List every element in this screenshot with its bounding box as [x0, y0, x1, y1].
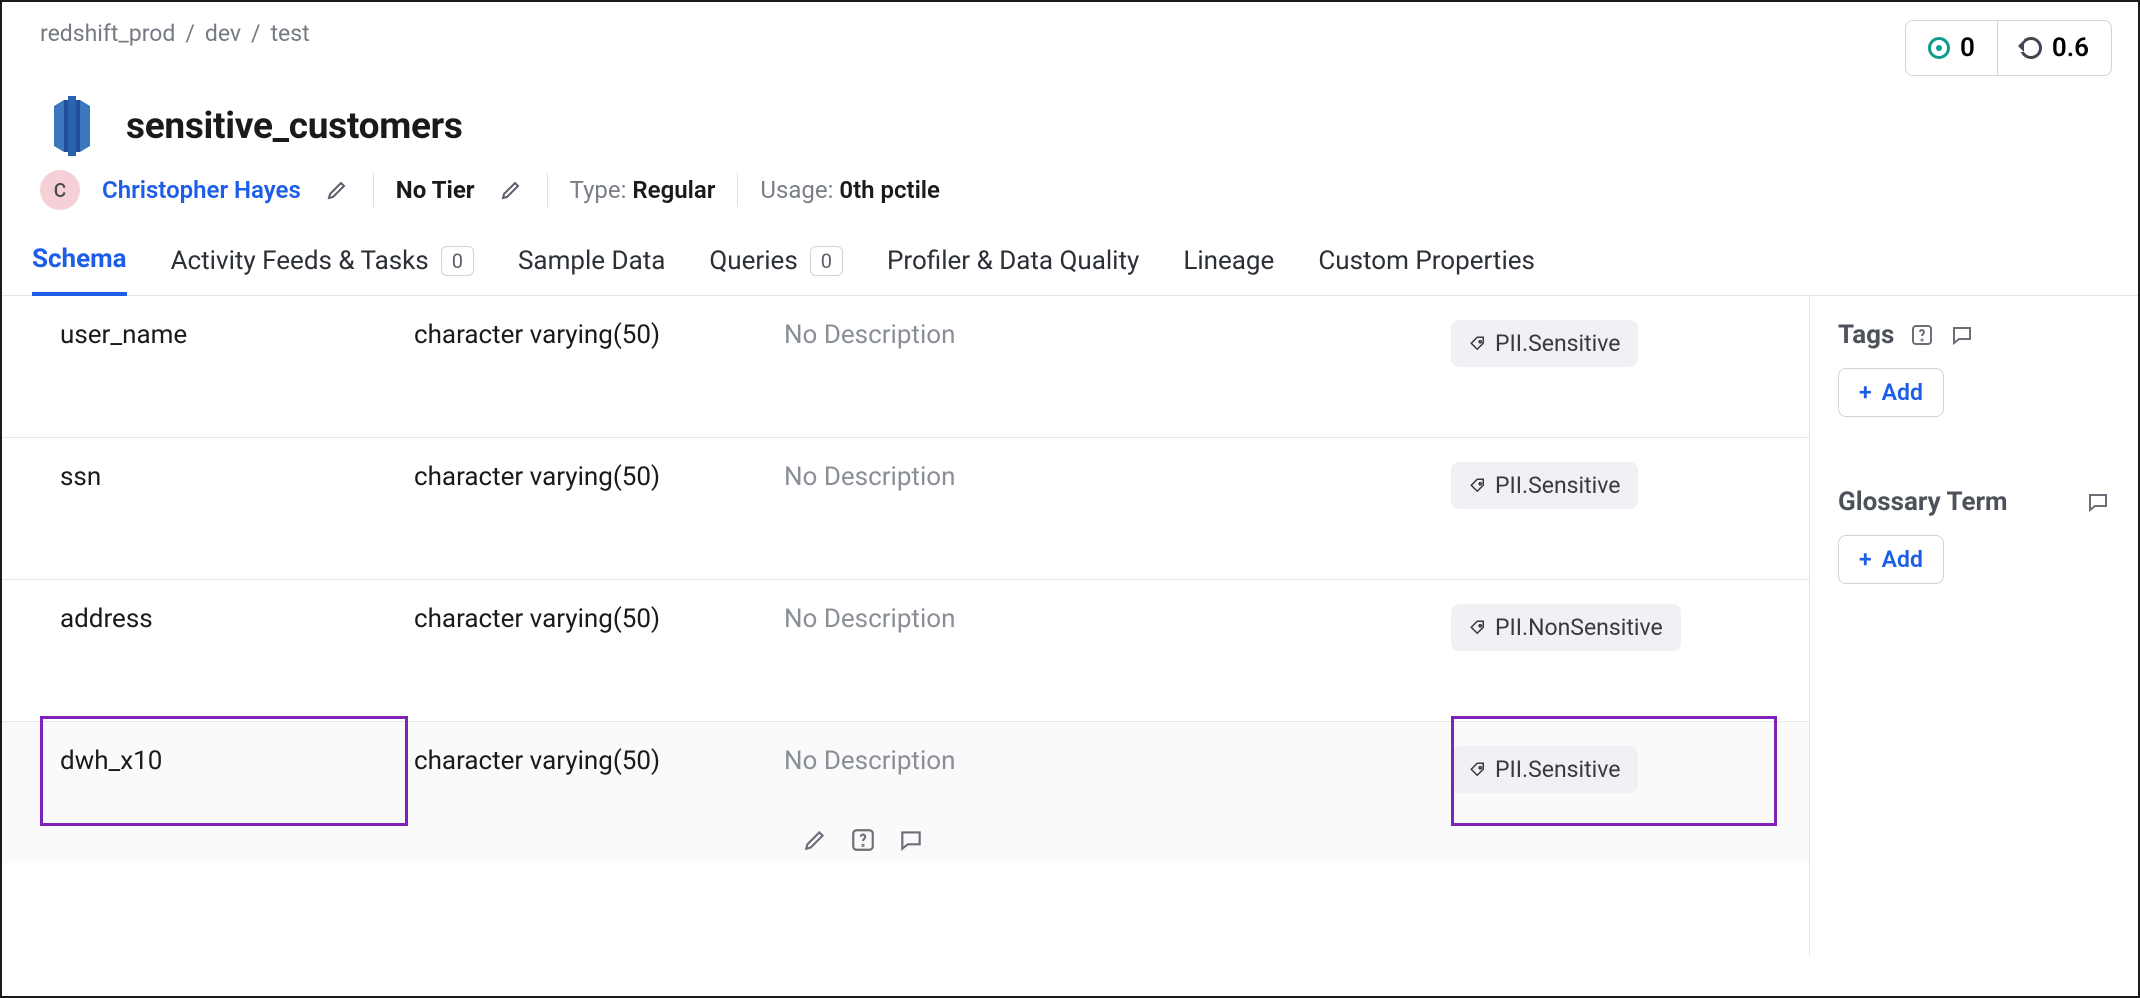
tab-queries[interactable]: Queries0	[709, 234, 843, 295]
column-description: No Description	[784, 746, 1451, 776]
column-type: character varying(50)	[414, 462, 784, 492]
tab-profiler-data-quality[interactable]: Profiler & Data Quality	[887, 234, 1139, 295]
tag-chip[interactable]: PII.Sensitive	[1451, 462, 1638, 509]
column-row[interactable]: user_namecharacter varying(50)No Descrip…	[2, 296, 1809, 438]
comment-icon[interactable]	[1950, 323, 1974, 347]
edit-tier-icon[interactable]	[497, 176, 525, 204]
column-description: No Description	[784, 604, 1451, 634]
status-badges: 0 0.6	[1905, 20, 2112, 76]
breadcrumb[interactable]: redshift_prod/ dev/ test	[40, 20, 310, 47]
edit-owner-icon[interactable]	[323, 176, 351, 204]
row-actions	[802, 827, 924, 853]
column-name: address	[60, 604, 414, 634]
tag-chip[interactable]: PII.NonSensitive	[1451, 604, 1681, 651]
tab-schema[interactable]: Schema	[32, 234, 127, 296]
tab-activity-feeds-tasks[interactable]: Activity Feeds & Tasks0	[171, 234, 474, 295]
column-name: user_name	[60, 320, 414, 350]
tier-label: No Tier	[396, 176, 475, 204]
tab-lineage[interactable]: Lineage	[1183, 234, 1274, 295]
glossary-heading: Glossary Term	[1838, 487, 2110, 517]
request-icon[interactable]	[850, 827, 876, 853]
column-row[interactable]: dwh_x10character varying(50)No Descripti…	[2, 722, 1809, 863]
breadcrumb-item[interactable]: redshift_prod	[40, 20, 175, 47]
plus-icon: +	[1859, 379, 1872, 406]
version-badge[interactable]: 0.6	[1997, 21, 2111, 75]
tag-chip[interactable]: PII.Sensitive	[1451, 746, 1638, 793]
target-icon	[1928, 37, 1950, 59]
tab-sample-data[interactable]: Sample Data	[518, 234, 665, 295]
comment-icon[interactable]	[2086, 490, 2110, 514]
avatar[interactable]: C	[40, 170, 80, 210]
tab-custom-properties[interactable]: Custom Properties	[1318, 234, 1535, 295]
column-type: character varying(50)	[414, 746, 784, 776]
column-name: ssn	[60, 462, 414, 492]
breadcrumb-item[interactable]: test	[271, 20, 310, 47]
column-name: dwh_x10	[60, 746, 414, 776]
column-type: character varying(50)	[414, 320, 784, 350]
count-badge: 0	[441, 246, 474, 276]
count-badge: 0	[810, 246, 843, 276]
help-icon[interactable]	[1910, 323, 1934, 347]
meta-row: C Christopher Hayes No Tier Type: Regula…	[2, 170, 2138, 234]
redshift-logo-icon	[40, 94, 104, 158]
plus-icon: +	[1859, 546, 1872, 573]
schema-table: user_namecharacter varying(50)No Descrip…	[2, 296, 1810, 956]
column-row[interactable]: addresscharacter varying(50)No Descripti…	[2, 580, 1809, 722]
side-panel: Tags +Add Glossary Term +Add	[1810, 296, 2138, 956]
comment-icon[interactable]	[898, 827, 924, 853]
add-tag-button[interactable]: +Add	[1838, 368, 1944, 417]
column-row[interactable]: ssncharacter varying(50)No DescriptionPI…	[2, 438, 1809, 580]
column-type: character varying(50)	[414, 604, 784, 634]
add-glossary-button[interactable]: +Add	[1838, 535, 1944, 584]
tags-heading: Tags	[1838, 320, 2110, 350]
column-description: No Description	[784, 320, 1451, 350]
edit-icon[interactable]	[802, 827, 828, 853]
owner-link[interactable]: Christopher Hayes	[102, 176, 301, 204]
tab-bar: Schema Activity Feeds & Tasks0 Sample Data…	[2, 234, 2138, 296]
column-description: No Description	[784, 462, 1451, 492]
history-icon	[2020, 37, 2042, 59]
tag-chip[interactable]: PII.Sensitive	[1451, 320, 1638, 367]
page-title: sensitive_customers	[126, 105, 463, 148]
breadcrumb-item[interactable]: dev	[205, 20, 241, 47]
tests-badge[interactable]: 0	[1906, 21, 1997, 75]
